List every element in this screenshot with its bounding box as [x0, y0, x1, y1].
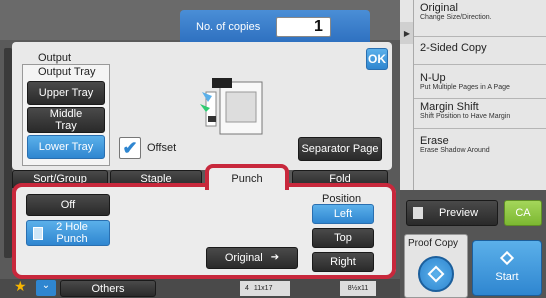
output-label: Output [38, 52, 72, 64]
proof-copy-button[interactable] [418, 256, 454, 292]
right-item-n-up-title: N-Up [420, 72, 446, 84]
start-button[interactable]: Start [472, 240, 542, 296]
copies-value: 1 [314, 18, 323, 35]
others-button[interactable]: Others [60, 280, 156, 297]
preview-icon [413, 207, 423, 219]
tab-punch-label: Punch [231, 173, 263, 185]
two-hole-punch-button[interactable]: 2 Hole Punch [26, 220, 110, 246]
right-panel-divider [413, 0, 414, 190]
preview-button[interactable]: Preview [406, 200, 498, 226]
position-left-button[interactable]: Left [312, 204, 374, 224]
paper-size-b: 8½x11 [347, 285, 369, 292]
document-icon [33, 227, 43, 240]
right-item-original-sub: Change Size/Direction. [420, 14, 492, 21]
paper-tray-number: 4 [245, 285, 249, 292]
right-item-erase-sub: Erase Shadow Around [420, 147, 490, 154]
right-divider [414, 36, 546, 37]
offset-checkbox[interactable]: ✔ [119, 137, 141, 159]
arrow-right-icon: ➔ [270, 252, 280, 263]
copies-label: No. of copies [196, 21, 261, 33]
right-item-erase[interactable]: Erase Erase Shadow Around [414, 135, 546, 154]
checkmark-icon: ✔ [122, 138, 138, 158]
original-button[interactable]: Original ➔ [206, 247, 298, 269]
right-item-original-title: Original [420, 2, 458, 14]
position-top-button[interactable]: Top [312, 228, 374, 248]
left-edge-tab [4, 48, 12, 258]
start-label: Start [495, 271, 519, 283]
proof-copy-label: Proof Copy [408, 238, 459, 249]
chevron-down-icon[interactable]: ⌄ [36, 280, 56, 296]
diamond-icon [499, 250, 515, 266]
offset-label: Offset [147, 142, 177, 154]
ok-button[interactable]: OK [366, 48, 388, 70]
position-right-button[interactable]: Right [312, 252, 374, 272]
finisher-illustration [198, 72, 266, 136]
separator-page-button[interactable]: Separator Page [298, 137, 382, 161]
right-divider [414, 98, 546, 99]
right-item-margin-shift[interactable]: Margin Shift Shift Position to Have Marg… [414, 101, 546, 120]
diamond-icon [427, 265, 445, 283]
right-divider [414, 128, 546, 129]
paper-size-b-indicator: 8½x11 [340, 281, 376, 296]
right-item-original[interactable]: Original Change Size/Direction. [414, 2, 546, 21]
paper-size-a: 11x17 [253, 285, 273, 292]
upper-tray-button[interactable]: Upper Tray [27, 81, 105, 105]
right-item-two-sided-title: 2-Sided Copy [420, 42, 487, 54]
output-tray-label: Output Tray [38, 66, 96, 78]
star-icon[interactable]: ★ [14, 278, 27, 295]
right-item-two-sided[interactable]: 2-Sided Copy [414, 42, 546, 54]
punch-off-button[interactable]: Off [26, 194, 110, 216]
paper-tray-indicator: 4 11x17 [240, 281, 290, 296]
original-label: Original [224, 252, 263, 264]
right-item-n-up-sub: Put Multiple Pages in A Page [420, 84, 510, 91]
lower-tray-button[interactable]: Lower Tray [27, 135, 105, 159]
preview-label: Preview [439, 207, 479, 219]
right-item-margin-shift-sub: Shift Position to Have Margin [420, 113, 511, 120]
right-item-n-up[interactable]: N-Up Put Multiple Pages in A Page [414, 72, 546, 91]
right-divider [414, 64, 546, 65]
right-item-margin-shift-title: Margin Shift [420, 101, 479, 113]
tab-punch[interactable]: Punch [205, 164, 289, 190]
right-item-erase-title: Erase [420, 135, 449, 147]
middle-tray-button[interactable]: Middle Tray [27, 107, 105, 133]
ca-button[interactable]: CA [504, 200, 542, 226]
right-panel [400, 0, 546, 190]
right-panel-collapse-tab[interactable]: ▶ [400, 22, 414, 44]
